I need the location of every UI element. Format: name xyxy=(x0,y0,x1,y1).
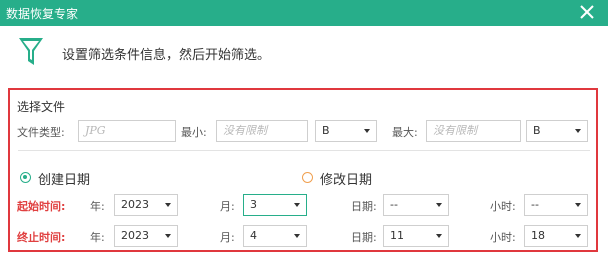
chevron-down-icon xyxy=(575,234,581,238)
end-year-select[interactable]: 2023 xyxy=(114,225,178,247)
chevron-down-icon xyxy=(294,234,300,238)
chevron-down-icon xyxy=(165,203,171,207)
created-date-radio[interactable] xyxy=(20,172,31,183)
start-year-label: 年: xyxy=(90,200,105,213)
max-size-unit-select[interactable]: B xyxy=(526,120,588,142)
end-hour-value: 18 xyxy=(531,229,545,242)
end-day-label: 日期: xyxy=(351,231,377,244)
start-time-label: 起始时间: xyxy=(17,200,66,213)
start-day-label: 日期: xyxy=(351,200,377,213)
end-month-select[interactable]: 4 xyxy=(243,225,307,247)
start-month-value: 3 xyxy=(250,198,257,211)
section-divider xyxy=(18,150,590,151)
min-size-unit-value: B xyxy=(322,124,330,137)
end-month-label: 月: xyxy=(220,231,235,244)
min-size-input[interactable]: 没有限制 xyxy=(216,120,308,142)
end-hour-label: 小时: xyxy=(490,231,516,244)
file-section-title: 选择文件 xyxy=(17,100,66,114)
chevron-down-icon xyxy=(165,234,171,238)
end-day-value: 11 xyxy=(390,229,404,242)
file-type-label: 文件类型: xyxy=(17,126,65,139)
filter-panel: 选择文件 文件类型: JPG 最小: 没有限制 B 最大: 没有限制 B 创建日… xyxy=(8,88,598,252)
chevron-down-icon xyxy=(294,203,300,207)
start-month-select[interactable]: 3 xyxy=(243,194,307,216)
max-size-input[interactable]: 没有限制 xyxy=(426,120,521,142)
min-size-label: 最小: xyxy=(181,126,207,139)
hint-text: 设置筛选条件信息，然后开始筛选。 xyxy=(62,48,271,63)
start-hour-value: -- xyxy=(531,198,539,211)
start-day-select[interactable]: -- xyxy=(383,194,449,216)
chevron-down-icon xyxy=(575,203,581,207)
chevron-down-icon xyxy=(436,234,442,238)
close-icon[interactable] xyxy=(576,1,598,23)
start-year-select[interactable]: 2023 xyxy=(114,194,178,216)
title-bar: 数据恢复专家 xyxy=(0,0,608,26)
end-time-label: 终止时间: xyxy=(17,231,66,244)
window-title: 数据恢复专家 xyxy=(6,7,79,21)
start-year-value: 2023 xyxy=(121,198,149,211)
end-year-label: 年: xyxy=(90,231,105,244)
max-size-unit-value: B xyxy=(533,124,541,137)
max-size-label: 最大: xyxy=(392,126,418,139)
start-hour-select[interactable]: -- xyxy=(524,194,588,216)
start-month-label: 月: xyxy=(220,200,235,213)
start-day-value: -- xyxy=(390,198,398,211)
chevron-down-icon xyxy=(436,203,442,207)
chevron-down-icon xyxy=(364,129,370,133)
funnel-icon xyxy=(19,38,43,65)
created-date-label[interactable]: 创建日期 xyxy=(38,169,90,188)
start-hour-label: 小时: xyxy=(490,200,516,213)
modified-date-radio[interactable] xyxy=(302,172,313,183)
end-day-select[interactable]: 11 xyxy=(383,225,449,247)
file-type-input[interactable]: JPG xyxy=(78,120,176,142)
min-size-unit-select[interactable]: B xyxy=(315,120,377,142)
end-month-value: 4 xyxy=(250,229,257,242)
end-year-value: 2023 xyxy=(121,229,149,242)
chevron-down-icon xyxy=(575,129,581,133)
end-hour-select[interactable]: 18 xyxy=(524,225,588,247)
hint-row: 设置筛选条件信息，然后开始筛选。 xyxy=(18,34,598,70)
modified-date-label[interactable]: 修改日期 xyxy=(320,169,372,188)
